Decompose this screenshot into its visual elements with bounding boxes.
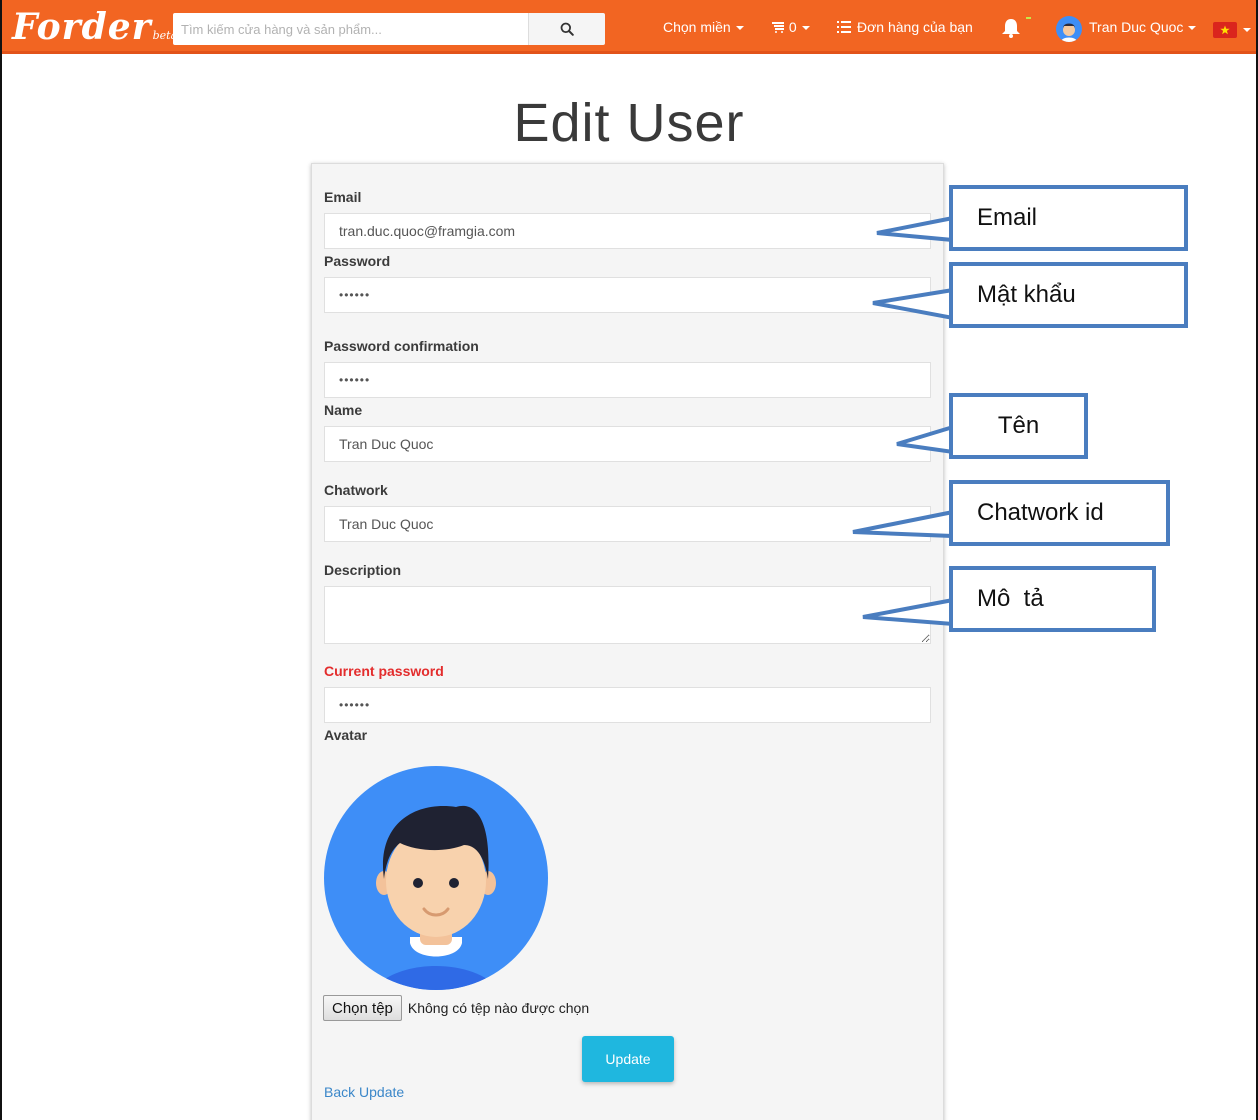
email-callout: Email [949,185,1188,251]
cart-icon [772,22,784,33]
chevron-down-icon [1188,26,1197,31]
file-status-text: Không có tệp nào được chọn [407,1000,590,1016]
chevron-down-icon [735,26,744,31]
description-textarea[interactable] [324,586,931,644]
bell-icon [1002,17,1031,38]
file-input-row: Chọn tệp Không có tệp nào được chọn [323,995,589,1021]
edit-user-form: Email tran.duc.quoc@framgia.com Password… [311,163,944,1120]
password-field[interactable]: •••••• [324,277,931,313]
forder-logo[interactable]: Forderbeta [12,6,177,48]
user-face-icon [1061,23,1077,42]
user-avatar-illustration [324,766,548,990]
update-button[interactable]: Update [582,1036,674,1082]
chevron-down-icon[interactable] [1243,28,1251,32]
description-callout: Mô tả [949,566,1156,632]
current-password-field[interactable]: •••••• [324,687,931,723]
cart-count: 0 [788,19,797,35]
password-confirmation-label: Password confirmation [324,338,479,354]
search-input[interactable] [173,13,528,45]
list-icon [837,21,851,33]
cart-dropdown[interactable]: 0 [772,16,810,38]
search-bar [173,13,605,45]
avatar-image [324,761,548,995]
password-callout: Mật khẩu [949,262,1188,328]
name-label: Name [324,402,363,418]
name-field[interactable]: Tran Duc Quoc [324,426,931,462]
email-field[interactable]: tran.duc.quoc@framgia.com [324,213,931,249]
password-confirmation-field[interactable]: •••••• [324,362,931,398]
description-label: Description [324,562,402,578]
current-password-label: Current password [324,663,444,679]
choose-file-button[interactable]: Chọn tệp [323,995,402,1021]
language-vietnam-flag-icon[interactable] [1213,22,1237,38]
name-callout: Tên [949,393,1088,459]
page-title: Edit User [513,93,745,153]
orders-link[interactable]: Đơn hàng của bạn [837,16,973,38]
avatar-label: Avatar [324,727,368,743]
chatwork-callout: Chatwork id [949,480,1170,546]
notification-button[interactable] [1001,17,1031,44]
chatwork-label: Chatwork [324,482,388,498]
search-icon [560,22,574,36]
chatwork-field[interactable]: Tran Duc Quoc [324,506,931,542]
region-dropdown[interactable]: Chọn miền [663,16,744,38]
chevron-down-icon [801,26,810,31]
user-menu-dropdown[interactable]: Tran Duc Quoc [1089,16,1197,38]
email-label: Email [324,189,362,205]
back-update-link[interactable]: Back Update [324,1084,404,1100]
top-navbar: Forderbeta Chọn miền 0 Đơn hàng của bạn … [0,0,1258,54]
user-avatar-small[interactable] [1056,16,1082,42]
search-button[interactable] [528,13,605,45]
password-label: Password [324,253,391,269]
